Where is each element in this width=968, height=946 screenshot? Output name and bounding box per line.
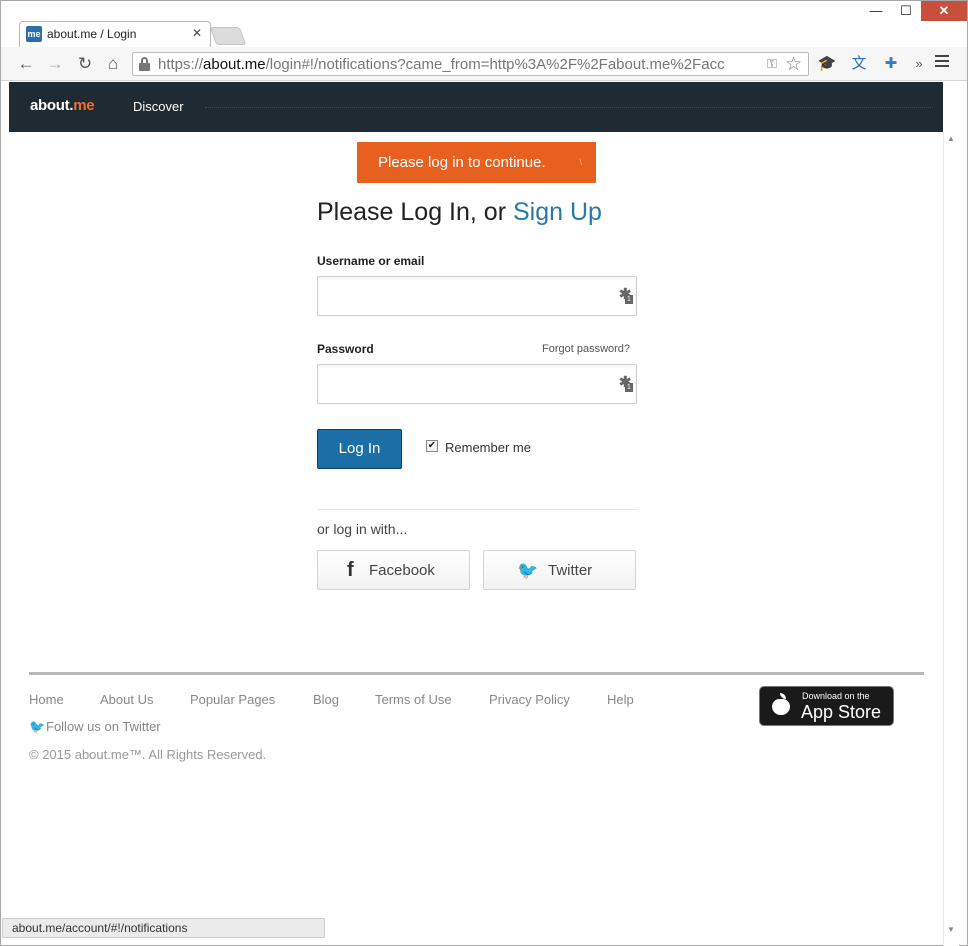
home-icon[interactable]: ⌂ <box>102 53 124 75</box>
sign-up-link[interactable]: Sign Up <box>513 198 602 226</box>
footer-link-help[interactable]: Help <box>607 692 634 707</box>
footer-link-home[interactable]: Home <box>29 692 64 707</box>
log-in-button[interactable]: Log In <box>317 429 402 469</box>
footer-link-terms[interactable]: Terms of Use <box>375 692 452 707</box>
app-store-small-text: Download on the <box>802 691 870 701</box>
facebook-icon: f <box>347 559 354 581</box>
app-store-badge[interactable]: Download on the App Store <box>759 686 894 726</box>
password-manager-icon[interactable]: ✱1 <box>619 374 633 393</box>
page-title: Please Log In, or Sign Up <box>317 198 602 226</box>
forgot-password-link[interactable]: Forgot password? <box>542 343 630 355</box>
login-alert: Please log in to continue. \ <box>357 142 596 183</box>
title-bar: me about.me / Login ✕ — ☐ ✕ <box>1 1 967 47</box>
reload-icon[interactable]: ↻ <box>74 53 96 75</box>
footer-link-blog[interactable]: Blog <box>313 692 339 707</box>
address-bar[interactable]: https://about.me/login#!/notifications?c… <box>132 52 809 76</box>
status-bar-url: about.me/account/#!/notifications <box>2 918 325 938</box>
footer-link-popular-pages[interactable]: Popular Pages <box>190 692 275 707</box>
browser-toolbar: ← → ↻ ⌂ https://about.me/login#!/notific… <box>1 47 967 81</box>
twitter-label: Twitter <box>548 562 593 579</box>
tab-title: about.me / Login <box>47 27 137 41</box>
password-field[interactable]: ✱1 <box>317 364 637 404</box>
facebook-label: Facebook <box>369 562 435 579</box>
graduation-cap-icon[interactable]: 🎓 <box>817 54 837 74</box>
overflow-chevron-icon[interactable]: » <box>909 54 929 74</box>
alert-message: Please log in to continue. <box>378 154 546 171</box>
menu-icon[interactable] <box>935 55 949 71</box>
translate-icon[interactable]: 文 <box>849 54 869 74</box>
site-header: about.me Discover <box>9 82 943 132</box>
password-label: Password <box>317 342 374 356</box>
follow-twitter-link[interactable]: 🐦Follow us on Twitter <box>29 719 161 735</box>
puzzle-icon[interactable]: ✚ <box>881 54 901 74</box>
username-input[interactable] <box>326 278 616 314</box>
remember-me-label[interactable]: Remember me <box>445 440 531 455</box>
twitter-bird-icon: 🐦 <box>517 561 539 580</box>
password-input[interactable] <box>326 366 616 402</box>
back-icon[interactable]: ← <box>15 53 37 75</box>
scroll-down-icon[interactable]: ▼ <box>947 925 955 934</box>
app-store-big-text: App Store <box>801 702 882 722</box>
alert-dismiss-icon[interactable]: \ <box>579 142 582 183</box>
browser-window: me about.me / Login ✕ — ☐ ✕ ← → ↻ ⌂ http… <box>0 0 968 946</box>
new-tab-button[interactable] <box>209 27 247 45</box>
header-divider <box>205 107 933 108</box>
username-field[interactable]: ✱1 <box>317 276 637 316</box>
site-logo[interactable]: about.me <box>30 97 95 114</box>
divider <box>317 509 637 510</box>
password-manager-icon[interactable]: ✱1 <box>619 286 633 305</box>
footer-link-about-us[interactable]: About Us <box>100 692 153 707</box>
twitter-login-button[interactable]: 🐦 Twitter <box>483 550 636 590</box>
window-close-icon[interactable]: ✕ <box>921 1 967 21</box>
key-icon[interactable]: ⚿ <box>767 56 777 72</box>
bookmark-star-icon[interactable]: ☆ <box>785 53 802 76</box>
scrollbar[interactable] <box>943 132 959 946</box>
facebook-login-button[interactable]: f Facebook <box>317 550 470 590</box>
scroll-up-icon[interactable]: ▲ <box>947 134 955 143</box>
twitter-bird-icon: 🐦 <box>29 719 46 734</box>
maximize-icon[interactable]: ☐ <box>893 1 919 21</box>
forward-icon[interactable]: → <box>44 53 66 75</box>
social-login-label: or log in with... <box>317 521 408 537</box>
copyright: © 2015 about.me™. All Rights Reserved. <box>29 747 267 762</box>
footer-divider <box>29 672 924 675</box>
tab-close-icon[interactable]: ✕ <box>192 26 202 40</box>
remember-me-checkbox[interactable]: ✔ <box>426 440 438 452</box>
url-text[interactable]: https://about.me/login#!/notifications?c… <box>158 56 763 73</box>
footer-link-privacy[interactable]: Privacy Policy <box>489 692 570 707</box>
username-label: Username or email <box>317 254 425 268</box>
browser-tab[interactable]: me about.me / Login ✕ <box>19 21 211 47</box>
nav-discover[interactable]: Discover <box>133 99 184 114</box>
lock-icon <box>139 57 150 71</box>
apple-icon <box>772 693 790 715</box>
minimize-icon[interactable]: — <box>863 1 889 21</box>
favicon-icon: me <box>26 26 42 42</box>
